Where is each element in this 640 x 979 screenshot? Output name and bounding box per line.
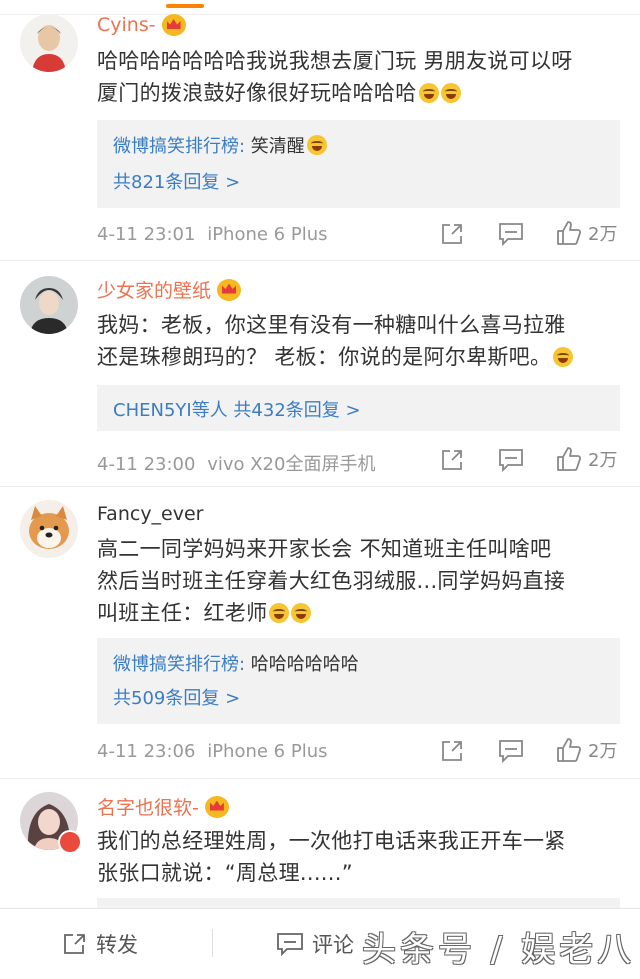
vip-crown-icon bbox=[204, 795, 229, 818]
like-count: 2万 bbox=[588, 450, 618, 471]
comment-line: 叫班主任：红老师 bbox=[97, 601, 268, 625]
reply-author[interactable]: 微博搞笑排行榜: bbox=[113, 654, 245, 675]
thumbs-up-icon bbox=[557, 738, 582, 762]
avatar[interactable] bbox=[20, 500, 78, 558]
vip-crown-icon bbox=[217, 278, 242, 301]
reply-preview: 微博搞笑排行榜: 哈哈哈哈哈哈 bbox=[113, 650, 359, 676]
comment-line: 还是珠穆朗玛的？ 老板：你说的是阿尔卑斯吧。 bbox=[97, 345, 552, 369]
thumbs-up-icon bbox=[557, 221, 582, 245]
comment-button[interactable] bbox=[498, 222, 524, 246]
username-text[interactable]: Fancy_ever bbox=[97, 503, 204, 525]
avatar[interactable] bbox=[20, 14, 78, 72]
device-name: vivo X20全面屏手机 bbox=[207, 454, 376, 475]
username[interactable]: 名字也很软- bbox=[97, 793, 229, 820]
comment-text: 哈哈哈哈哈哈哈我说我想去厦门玩 男朋友说可以呀 厦门的拨浪鼓好像很好玩哈哈哈哈 bbox=[97, 45, 617, 109]
reply-count-link[interactable]: 共509条回复 > bbox=[113, 684, 240, 710]
comment-line: 厦门的拨浪鼓好像很好玩哈哈哈哈 bbox=[97, 81, 417, 105]
repost-label: 转发 bbox=[96, 933, 138, 957]
laugh-cry-emoji-icon bbox=[269, 603, 290, 623]
reply-author[interactable]: 微博搞笑排行榜: bbox=[113, 136, 245, 157]
laugh-cry-emoji-icon bbox=[306, 135, 327, 155]
laugh-emoji-icon bbox=[418, 83, 439, 103]
tab-indicator bbox=[166, 4, 204, 8]
username[interactable]: Cyins- bbox=[97, 14, 186, 36]
comment-text: 我妈：老板，你这里有没有一种糖叫什么喜马拉雅 还是珠穆朗玛的？ 老板：你说的是阿… bbox=[97, 309, 617, 373]
reply-preview-box[interactable]: CHEN5YI等人 共432条回复 > bbox=[97, 385, 620, 431]
comment-button[interactable] bbox=[498, 448, 524, 472]
comment-action-button[interactable]: 评论 bbox=[276, 929, 354, 959]
like-count: 2万 bbox=[588, 741, 618, 762]
device-name: iPhone 6 Plus bbox=[207, 224, 328, 245]
comment-divider bbox=[0, 486, 640, 487]
verified-badge-icon bbox=[58, 830, 82, 854]
repost-button[interactable]: 转发 bbox=[62, 929, 138, 959]
laugh-emoji-icon bbox=[553, 347, 574, 367]
thumbs-up-icon bbox=[557, 447, 582, 471]
share-icon bbox=[442, 224, 462, 244]
top-divider bbox=[0, 14, 640, 15]
username[interactable]: 少女家的壁纸 bbox=[97, 276, 242, 303]
timestamp: 4-11 23:01 bbox=[97, 224, 196, 245]
comment-icon bbox=[277, 933, 303, 956]
comment-line: 然后当时班主任穿着大红色羽绒服...同学妈妈直接 bbox=[97, 569, 566, 593]
reply-text: 哈哈哈哈哈哈 bbox=[245, 654, 359, 675]
avatar[interactable] bbox=[20, 276, 78, 334]
username[interactable]: Fancy_ever bbox=[97, 503, 204, 525]
comment-icon bbox=[499, 740, 523, 763]
comment-text: 高二一同学妈妈来开家长会 不知道班主任叫啥吧 然后当时班主任穿着大红色羽绒服..… bbox=[97, 533, 617, 629]
comment-button[interactable] bbox=[498, 739, 524, 763]
reply-count-link[interactable]: CHEN5YI等人 共432条回复 > bbox=[113, 396, 361, 422]
repost-icon bbox=[64, 934, 85, 954]
username-text[interactable]: 少女家的壁纸 bbox=[97, 276, 211, 303]
reply-preview: 微博搞笑排行榜: 笑清醒 bbox=[113, 132, 327, 158]
laugh-cry-emoji-icon bbox=[440, 83, 461, 103]
comment-line: 我妈：老板，你这里有没有一种糖叫什么喜马拉雅 bbox=[97, 313, 566, 337]
reply-preview-box[interactable]: 微博搞笑排行榜: 笑清醒 共821条回复 > bbox=[97, 120, 620, 208]
comment-line: 高二一同学妈妈来开家长会 不知道班主任叫啥吧 bbox=[97, 537, 552, 561]
like-count: 2万 bbox=[588, 224, 618, 245]
watermark: 头条号 / 娱老八 bbox=[362, 930, 636, 970]
timestamp: 4-11 23:06 bbox=[97, 741, 196, 762]
device-name: iPhone 6 Plus bbox=[207, 741, 328, 762]
username-text[interactable]: 名字也很软- bbox=[97, 793, 199, 820]
share-button[interactable] bbox=[440, 222, 464, 246]
like-button[interactable]: 2万 bbox=[556, 737, 617, 763]
comment-line: 张张口就说：“周总理......” bbox=[97, 861, 353, 885]
like-button[interactable]: 2万 bbox=[556, 220, 617, 246]
comment-meta: 4-11 23:01 iPhone 6 Plus bbox=[97, 224, 327, 245]
comment-divider bbox=[0, 260, 640, 261]
bottom-bar-separator bbox=[212, 929, 213, 957]
laugh-cry-emoji-icon bbox=[291, 603, 312, 623]
share-icon bbox=[442, 741, 462, 761]
comment-text: 我们的总经理姓周，一次他打电话来我正开车一紧 张张口就说：“周总理......” bbox=[97, 825, 617, 889]
reply-preview-box[interactable]: 微博搞笑排行榜: 哈哈哈哈哈哈 共509条回复 > bbox=[97, 638, 620, 724]
reply-count-link[interactable]: 共821条回复 > bbox=[113, 168, 240, 194]
like-button[interactable]: 2万 bbox=[556, 446, 617, 472]
comment-line: 我们的总经理姓周，一次他打电话来我正开车一紧 bbox=[97, 829, 566, 853]
comment-meta: 4-11 23:06 iPhone 6 Plus bbox=[97, 741, 327, 762]
comment-line: 哈哈哈哈哈哈哈我说我想去厦门玩 男朋友说可以呀 bbox=[97, 49, 573, 73]
comment-icon bbox=[499, 223, 523, 246]
comment-icon bbox=[499, 449, 523, 472]
timestamp: 4-11 23:00 bbox=[97, 454, 196, 475]
share-icon bbox=[442, 450, 462, 470]
comment-label: 评论 bbox=[312, 933, 354, 957]
share-button[interactable] bbox=[440, 739, 464, 763]
vip-crown-icon bbox=[161, 14, 186, 36]
reply-text: 笑清醒 bbox=[245, 136, 305, 157]
comment-meta: 4-11 23:00 vivo X20全面屏手机 bbox=[97, 450, 375, 476]
share-button[interactable] bbox=[440, 448, 464, 472]
username-text[interactable]: Cyins- bbox=[97, 14, 156, 36]
comment-divider bbox=[0, 778, 640, 779]
